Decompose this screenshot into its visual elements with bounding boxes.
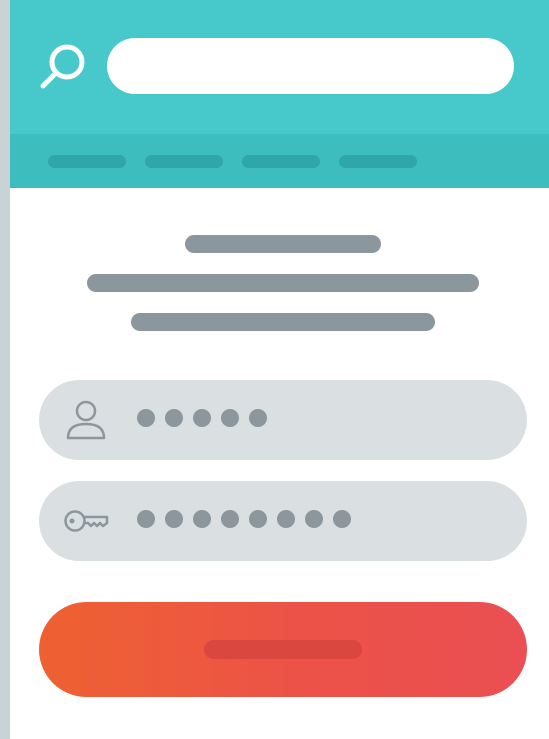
username-masked-value [137, 409, 267, 431]
password-masked-value [137, 510, 351, 532]
intro-text-line-1 [87, 274, 479, 292]
user-icon [66, 400, 106, 440]
nav-item-3[interactable] [242, 155, 320, 168]
window-edge [0, 0, 10, 739]
nav-item-1[interactable] [48, 155, 126, 168]
password-field[interactable] [39, 481, 527, 561]
nav-item-4[interactable] [339, 155, 417, 168]
key-icon [64, 510, 109, 532]
intro-text-line-2 [131, 313, 435, 331]
username-field[interactable] [39, 380, 527, 460]
login-button-label [204, 640, 362, 659]
login-button[interactable] [39, 602, 527, 697]
nav-item-2[interactable] [145, 155, 223, 168]
search-input[interactable] [107, 38, 514, 94]
search-icon[interactable] [38, 40, 90, 92]
intro-title [185, 235, 381, 253]
